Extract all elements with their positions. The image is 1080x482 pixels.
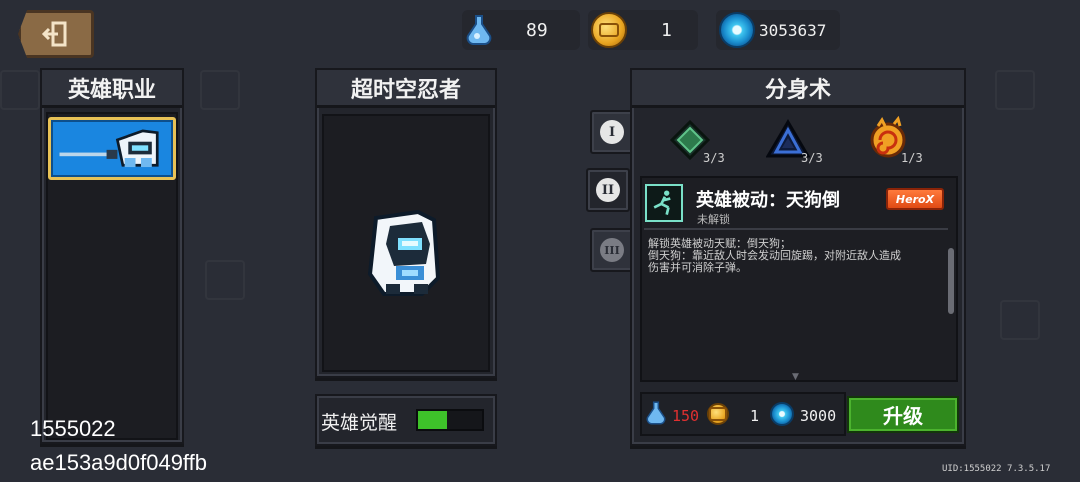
gold-coin-icon xyxy=(707,403,729,425)
skill-3-count: 1/3 xyxy=(901,151,923,165)
awaken-progress-fill xyxy=(418,411,447,429)
herox-badge: HeroX xyxy=(886,188,944,210)
upgrade-button[interactable]: 升级 xyxy=(847,396,959,433)
skill-tab-3-label: III xyxy=(600,238,624,262)
uid-version-footer: UID:1555022 7.3.5.17 xyxy=(942,464,1051,474)
gem-counter: 3053637 xyxy=(716,10,840,50)
blue-gem-icon xyxy=(770,402,794,426)
background-tile xyxy=(205,260,245,300)
skill-tab-2-label: II xyxy=(596,178,620,202)
background-tile xyxy=(1000,300,1040,340)
passive-skill-title: 英雄被动：天狗倒 xyxy=(696,190,840,211)
hash-overlay: ae153a9d0f049ffb xyxy=(30,450,207,475)
gold-value: 1 xyxy=(661,19,672,41)
skill-divider xyxy=(644,228,948,230)
hero-card-selected[interactable] xyxy=(48,117,176,180)
background-tile xyxy=(0,70,40,110)
skill-tab-1-label: I xyxy=(600,120,624,144)
awaken-progress-bar xyxy=(416,409,484,431)
blue-gem-icon xyxy=(719,12,755,48)
energy-counter: 89 xyxy=(462,10,580,50)
hero-preview-box xyxy=(322,114,490,372)
exit-door-icon xyxy=(41,21,67,47)
passive-skill-status: 未解锁 xyxy=(697,213,730,226)
gold-counter: 1 xyxy=(588,10,698,50)
skill-panel-title: 分身术 xyxy=(632,70,964,108)
skill-description-text: 解锁英雄被动天赋：倒天狗； 倒天狗：靠近敌人时会发动回旋踢，对附近敌人造成 伤害… xyxy=(648,238,944,274)
skill-2-count: 3/3 xyxy=(801,151,823,165)
skill-tab-2[interactable]: II xyxy=(586,168,630,212)
uid-overlay: 1555022 xyxy=(30,416,116,441)
skill-tab-3[interactable]: III xyxy=(590,228,634,272)
kick-skill-icon xyxy=(645,184,683,222)
cost-gem-value: 3000 xyxy=(800,407,837,425)
gold-coin-icon xyxy=(591,12,627,48)
back-button[interactable] xyxy=(18,10,94,58)
hero-class-title: 英雄职业 xyxy=(42,70,182,108)
energy-value: 89 xyxy=(526,19,548,41)
hero-awaken-label: 英雄觉醒 xyxy=(321,412,398,434)
description-scrollbar[interactable] xyxy=(948,248,954,314)
ninja-hero-icon xyxy=(59,129,159,168)
cost-gold-value: 1 xyxy=(750,407,760,425)
gem-value: 3053637 xyxy=(759,20,827,40)
cost-energy-value: 150 xyxy=(672,407,700,425)
energy-flask-icon xyxy=(466,15,492,45)
energy-flask-icon xyxy=(646,401,666,425)
ninja-hero-sprite xyxy=(367,209,441,296)
scroll-down-indicator: ▼ xyxy=(792,372,799,382)
skill-tab-1[interactable]: I xyxy=(590,110,634,154)
background-tile xyxy=(995,70,1035,110)
hero-name-title: 超时空忍者 xyxy=(317,70,495,108)
description-line: 伤害并可消除子弹。 xyxy=(648,261,747,274)
background-tile xyxy=(200,70,240,110)
skill-1-count: 3/3 xyxy=(703,151,725,165)
